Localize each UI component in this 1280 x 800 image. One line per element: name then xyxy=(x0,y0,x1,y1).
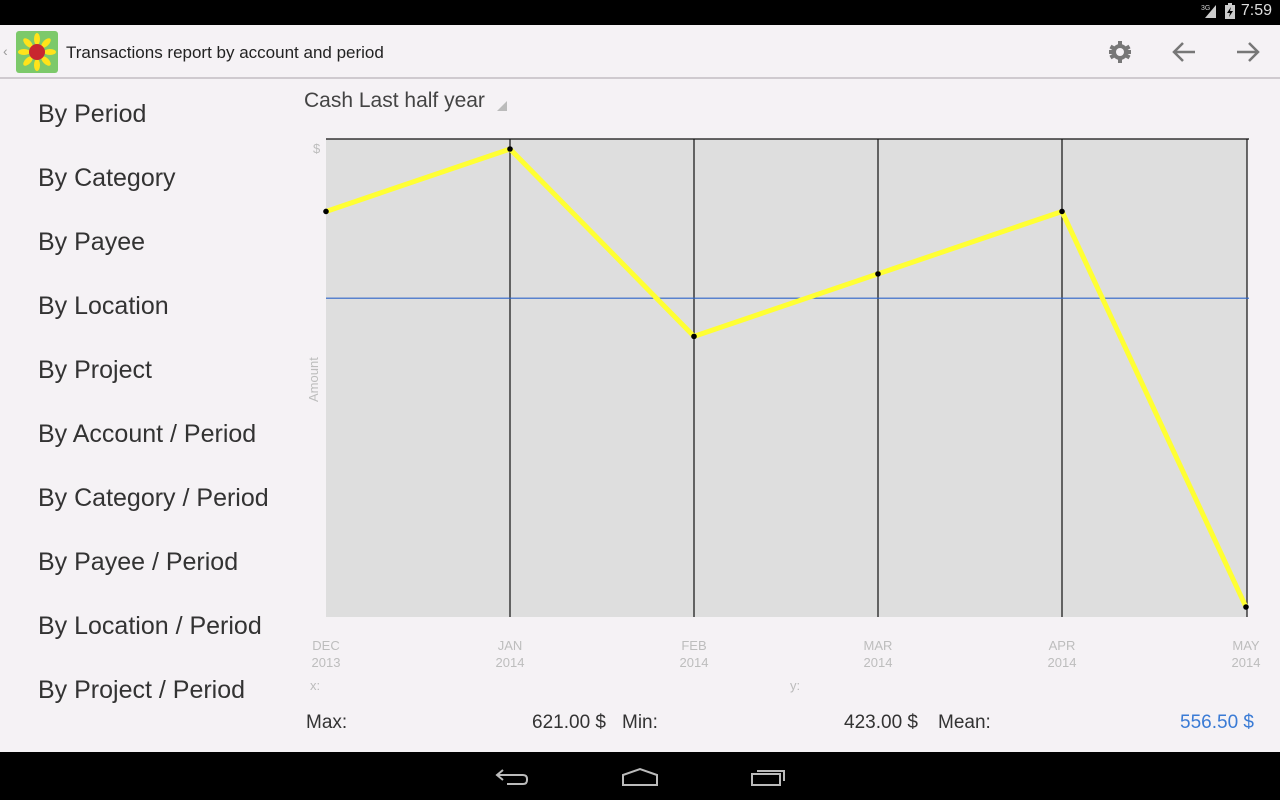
x-tick-year-mar: 2014 xyxy=(864,655,893,670)
min-value: 423.00 $ xyxy=(844,712,918,733)
y-readout-label: y: xyxy=(790,678,801,693)
max-label: Max: xyxy=(306,712,348,733)
back-button[interactable] xyxy=(482,762,542,792)
recents-button[interactable] xyxy=(738,762,798,792)
x-tick-month-dec: DEC xyxy=(312,638,339,653)
x-tick-month-apr: APR xyxy=(1049,638,1076,653)
stats-row: Max: 621.00 $ Min: 423.00 $ Mean: 556.50… xyxy=(0,712,1280,742)
data-point-feb[interactable] xyxy=(691,333,697,340)
x-tick-month-feb: FEB xyxy=(681,638,706,653)
min-label: Min: xyxy=(622,712,658,733)
data-point-mar[interactable] xyxy=(875,271,881,277)
x-tick-month-jan: JAN xyxy=(498,638,523,653)
x-tick-year-jan: 2014 xyxy=(496,655,525,670)
max-value: 621.00 $ xyxy=(532,712,606,733)
mean-label: Mean: xyxy=(938,712,991,733)
data-point-jan[interactable] xyxy=(507,146,513,152)
home-icon xyxy=(622,767,658,786)
x-readout-label: x: xyxy=(310,678,321,693)
x-tick-month-may: MAY xyxy=(1232,638,1260,653)
line-chart[interactable]: $ Amount DEC 2013 JAN 2014 FEB 2014 MAR 2014 APR… xyxy=(0,0,1280,700)
data-point-may[interactable] xyxy=(1243,604,1249,610)
mean-value: 556.50 $ xyxy=(1180,712,1254,733)
recents-icon xyxy=(751,770,785,786)
y-axis-label: Amount xyxy=(306,357,321,402)
x-tick-year-apr: 2014 xyxy=(1048,655,1077,670)
x-tick-month-mar: MAR xyxy=(864,638,893,653)
x-tick-year-feb: 2014 xyxy=(680,655,709,670)
y-unit-label: $ xyxy=(313,141,321,156)
data-point-dec[interactable] xyxy=(323,208,329,215)
x-tick-year-may: 2014 xyxy=(1232,655,1261,670)
data-point-apr[interactable] xyxy=(1059,208,1065,215)
home-button[interactable] xyxy=(610,762,670,792)
back-icon xyxy=(495,769,528,785)
x-tick-year-dec: 2013 xyxy=(312,655,341,670)
plot-area xyxy=(326,139,1247,617)
system-nav-bar xyxy=(0,752,1280,800)
